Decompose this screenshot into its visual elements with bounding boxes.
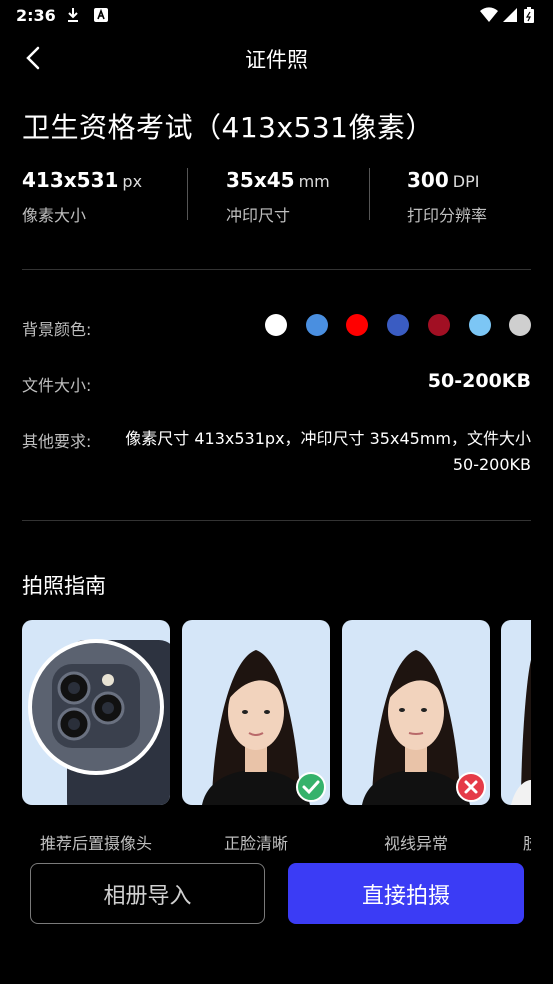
guide-caption: 正脸清晰 xyxy=(223,834,288,853)
file-size-value: 50-200KB xyxy=(427,370,531,392)
cross-icon xyxy=(456,772,486,802)
spec-label: 打印分辨率 xyxy=(407,206,488,225)
guide-caption: 肢 xyxy=(501,830,531,854)
page-title: 证件照 xyxy=(245,48,308,72)
status-time: 2:36 xyxy=(16,6,56,25)
album-import-button[interactable]: 相册导入 xyxy=(30,863,265,924)
text-a-icon xyxy=(94,8,108,22)
bg-color-swatch[interactable] xyxy=(468,314,491,336)
spec-unit: mm xyxy=(298,172,330,191)
guide-card-rear-camera xyxy=(22,620,170,805)
signal-icon xyxy=(503,8,517,22)
spec-pixel-size: 413x531 px 像素大小 xyxy=(22,168,142,226)
wifi-icon xyxy=(480,7,498,22)
spec-unit: DPI xyxy=(452,172,480,191)
guide-card-clear-face xyxy=(182,620,330,805)
other-req-label: 其他要求: xyxy=(22,432,92,451)
bg-color-swatch[interactable] xyxy=(387,314,410,336)
guide-card-partial xyxy=(501,620,531,805)
spec-print-size: 35x45 mm 冲印尺寸 xyxy=(226,168,330,226)
divider xyxy=(369,168,370,220)
status-bar: 2:36 xyxy=(0,0,553,30)
guide-card-abnormal-gaze xyxy=(342,620,490,805)
guide-title: 拍照指南 xyxy=(22,574,106,598)
portrait-icon xyxy=(511,660,531,805)
spec-title: 卫生资格考试（413x531像素） xyxy=(22,111,434,144)
guide-caption: 视线异常 xyxy=(383,834,448,853)
bg-color-swatch[interactable] xyxy=(427,314,450,336)
check-icon xyxy=(296,772,326,802)
spec-label: 冲印尺寸 xyxy=(226,206,291,225)
file-size-label: 文件大小: xyxy=(22,376,92,395)
bg-color-swatch[interactable] xyxy=(346,314,369,336)
section-divider xyxy=(22,520,531,521)
spec-value: 413x531 xyxy=(22,168,119,192)
bg-color-label: 背景颜色: xyxy=(22,320,92,339)
battery-icon xyxy=(524,7,534,23)
bg-color-swatch[interactable] xyxy=(509,314,532,336)
bg-color-swatch[interactable] xyxy=(265,314,287,336)
section-divider xyxy=(22,269,531,270)
guide-caption: 推荐后置摄像头 xyxy=(39,834,152,853)
phone-camera-icon xyxy=(28,639,170,805)
spec-dpi: 300 DPI 打印分辨率 xyxy=(407,168,487,226)
divider xyxy=(187,168,188,220)
spec-unit: px xyxy=(122,172,143,191)
spec-label: 像素大小 xyxy=(22,206,87,225)
bg-color-swatch[interactable] xyxy=(305,314,328,336)
spec-value: 300 xyxy=(407,168,449,192)
download-icon xyxy=(68,8,78,22)
spec-value: 35x45 xyxy=(226,168,295,192)
take-photo-button[interactable]: 直接拍摄 xyxy=(288,863,524,924)
other-req-value: 像素尺寸 413x531px，冲印尺寸 35x45mm，文件大小 50-200K… xyxy=(125,429,531,474)
